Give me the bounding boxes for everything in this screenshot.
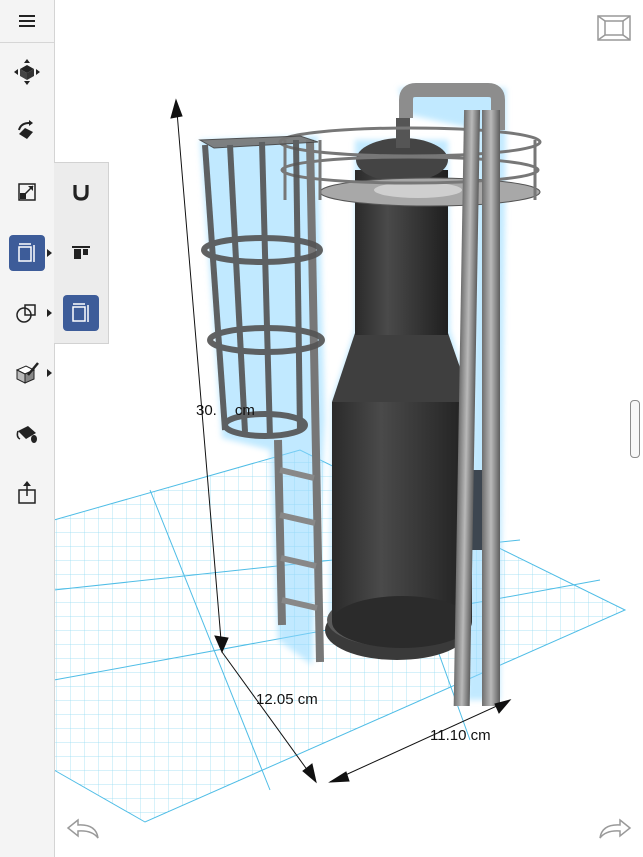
- height-unit: cm: [234, 402, 255, 419]
- align-tool-icon: [18, 243, 35, 262]
- submenu-caret-icon: [47, 369, 52, 377]
- snap-magnet-icon: [73, 185, 89, 201]
- menu-button[interactable]: [0, 0, 54, 42]
- material-tool-button[interactable]: [0, 408, 54, 458]
- scene-canvas[interactable]: [0, 0, 643, 857]
- rotate-tool-icon: [18, 120, 33, 139]
- export-icon: [18, 481, 36, 504]
- 3d-viewport[interactable]: 30. cm 12.05 cm 11.10 cm: [0, 0, 643, 857]
- edit-solid-icon: [15, 362, 39, 384]
- submenu-caret-icon: [47, 249, 52, 257]
- height-dimension-label: 30. cm: [196, 402, 255, 419]
- align-submenu: [54, 162, 109, 344]
- menu-icon: [19, 15, 35, 27]
- undo-button[interactable]: [66, 816, 102, 842]
- align-top-icon: [72, 246, 90, 259]
- depth-dimension-label: 12.05 cm: [256, 691, 318, 708]
- view-cube-icon: [597, 15, 631, 41]
- width-dimension-label: 11.10 cm: [430, 727, 491, 744]
- paint-bucket-icon: [16, 426, 37, 443]
- move-tool-button[interactable]: [0, 47, 54, 97]
- left-toolbar: [0, 0, 55, 857]
- scale-tool-button[interactable]: [0, 167, 54, 217]
- submenu-caret-icon: [47, 309, 52, 317]
- rotate-tool-button[interactable]: [0, 107, 54, 157]
- view-cube-button[interactable]: [596, 12, 632, 44]
- height-value: 30.: [196, 402, 217, 419]
- align-top-button[interactable]: [54, 224, 108, 282]
- edit-solid-button[interactable]: [0, 348, 54, 398]
- move-cube-icon: [14, 59, 40, 85]
- align-tool-button[interactable]: [0, 228, 54, 278]
- shapes-tool-icon: [16, 304, 36, 323]
- bounding-box-icon: [72, 303, 89, 322]
- redo-button[interactable]: [596, 816, 632, 842]
- snap-button[interactable]: [54, 163, 108, 221]
- redo-arrow-icon: [599, 818, 632, 839]
- export-button[interactable]: [0, 468, 54, 518]
- undo-arrow-icon: [66, 818, 99, 839]
- bounding-box-button[interactable]: [54, 284, 108, 342]
- shapes-tool-button[interactable]: [0, 288, 54, 338]
- zoom-scroll-handle[interactable]: [630, 400, 640, 458]
- scale-tool-icon: [18, 183, 36, 201]
